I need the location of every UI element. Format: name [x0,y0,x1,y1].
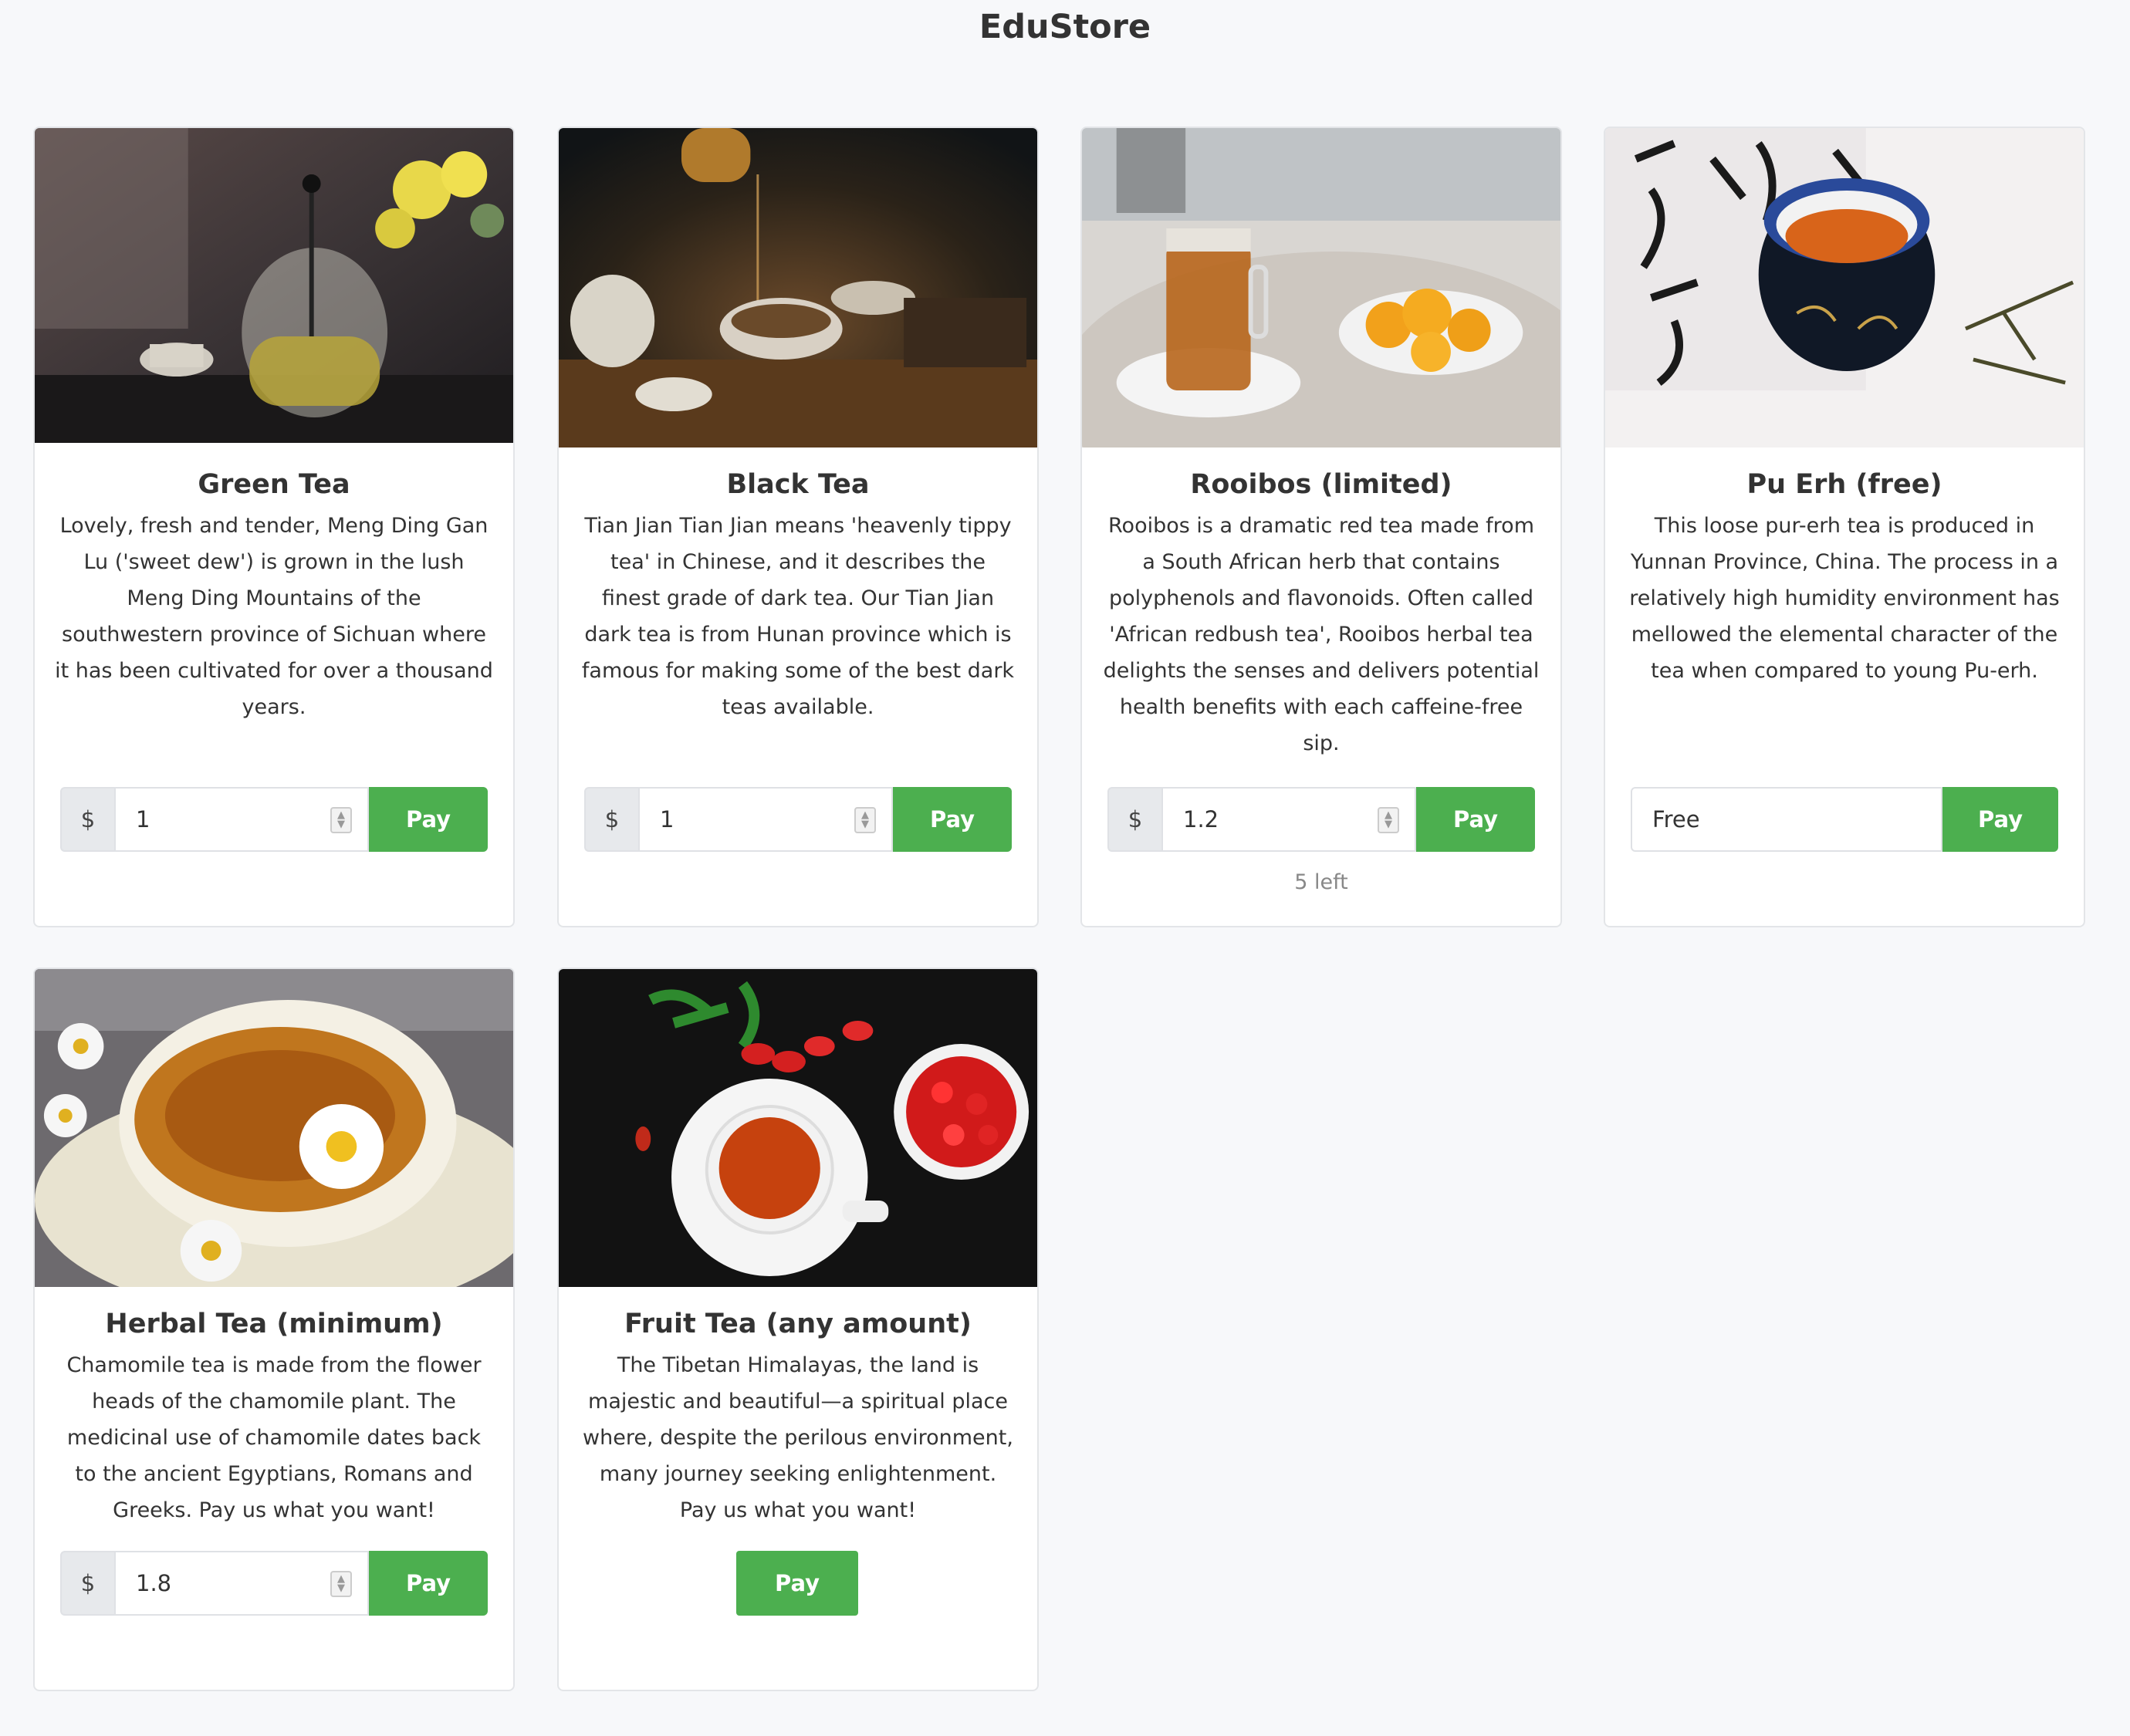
black-tea-image [559,128,1037,448]
amount-input[interactable]: 1.2 ▲ ▼ [1161,787,1416,852]
pay-button[interactable]: Pay [369,787,488,852]
amount-value: 1.8 [136,1570,172,1596]
product-card-fruit-tea: Fruit Tea (any amount) The Tibetan Himal… [557,968,1039,1691]
product-card-black-tea: Black Tea Tian Jian Tian Jian means 'hea… [557,127,1039,927]
amount-stepper[interactable]: ▲ ▼ [330,807,352,833]
product-card-pu-erh: Pu Erh (free) This loose pur-erh tea is … [1604,127,2085,927]
currency-symbol: $ [1107,787,1161,852]
product-name: Fruit Tea (any amount) [624,1309,972,1339]
amount-value: 1.2 [1183,806,1219,833]
pay-button[interactable]: Pay [1942,787,2058,852]
product-description: Rooibos is a dramatic red tea made from … [1103,514,1540,755]
amount-input[interactable]: 1 ▲ ▼ [638,787,893,852]
product-description: The Tibetan Himalayas, the land is majes… [583,1353,1013,1522]
product-card-green-tea: Green Tea Lovely, fresh and tender, Meng… [33,127,515,927]
product-name: Green Tea [198,469,350,500]
amount-input[interactable]: Free [1631,787,1942,852]
pay-form: $ 1 ▲ ▼ Pay [60,787,488,852]
store-title: EduStore [979,8,1151,46]
currency-symbol: $ [584,787,638,852]
herbal-tea-image [35,969,513,1287]
product-card-herbal-tea: Herbal Tea (minimum) Chamomile tea is ma… [33,968,515,1691]
amount-stepper[interactable]: ▲ ▼ [1378,807,1399,833]
amount-value: Free [1652,806,1700,833]
pay-form: $ 1 ▲ ▼ Pay [584,787,1012,852]
fruit-tea-image [559,969,1037,1287]
pay-button[interactable]: Pay [736,1551,858,1616]
product-name: Rooibos (limited) [1190,469,1452,500]
amount-stepper[interactable]: ▲ ▼ [330,1571,352,1597]
product-card-rooibos: Rooibos (limited) Rooibos is a dramatic … [1080,127,1562,927]
product-name: Black Tea [726,469,870,500]
product-name: Herbal Tea (minimum) [105,1309,443,1339]
currency-symbol: $ [60,1551,114,1616]
green-tea-image [35,128,513,443]
stock-remaining: 5 left [1294,870,1348,894]
pay-button[interactable]: Pay [1416,787,1535,852]
pay-button[interactable]: Pay [369,1551,488,1616]
rooibos-image [1082,128,1560,448]
pay-form: $ 1.8 ▲ ▼ Pay [60,1551,488,1616]
product-description: Lovely, fresh and tender, Meng Ding Gan … [55,514,493,719]
product-description: Chamomile tea is made from the flower he… [66,1353,482,1522]
product-description: This loose pur-erh tea is produced in Yu… [1629,514,2060,683]
currency-symbol: $ [60,787,114,852]
pu-erh-image [1605,128,2084,448]
product-description: Tian Jian Tian Jian means 'heavenly tipp… [581,514,1015,719]
pay-button[interactable]: Pay [893,787,1012,852]
amount-stepper[interactable]: ▲ ▼ [854,807,876,833]
product-name: Pu Erh (free) [1746,469,1942,500]
amount-input[interactable]: 1 ▲ ▼ [114,787,369,852]
amount-input[interactable]: 1.8 ▲ ▼ [114,1551,369,1616]
amount-value: 1 [136,806,150,833]
pay-form: $ 1.2 ▲ ▼ Pay [1107,787,1535,852]
amount-value: 1 [660,806,674,833]
pay-form: Free Pay [1631,787,2058,852]
